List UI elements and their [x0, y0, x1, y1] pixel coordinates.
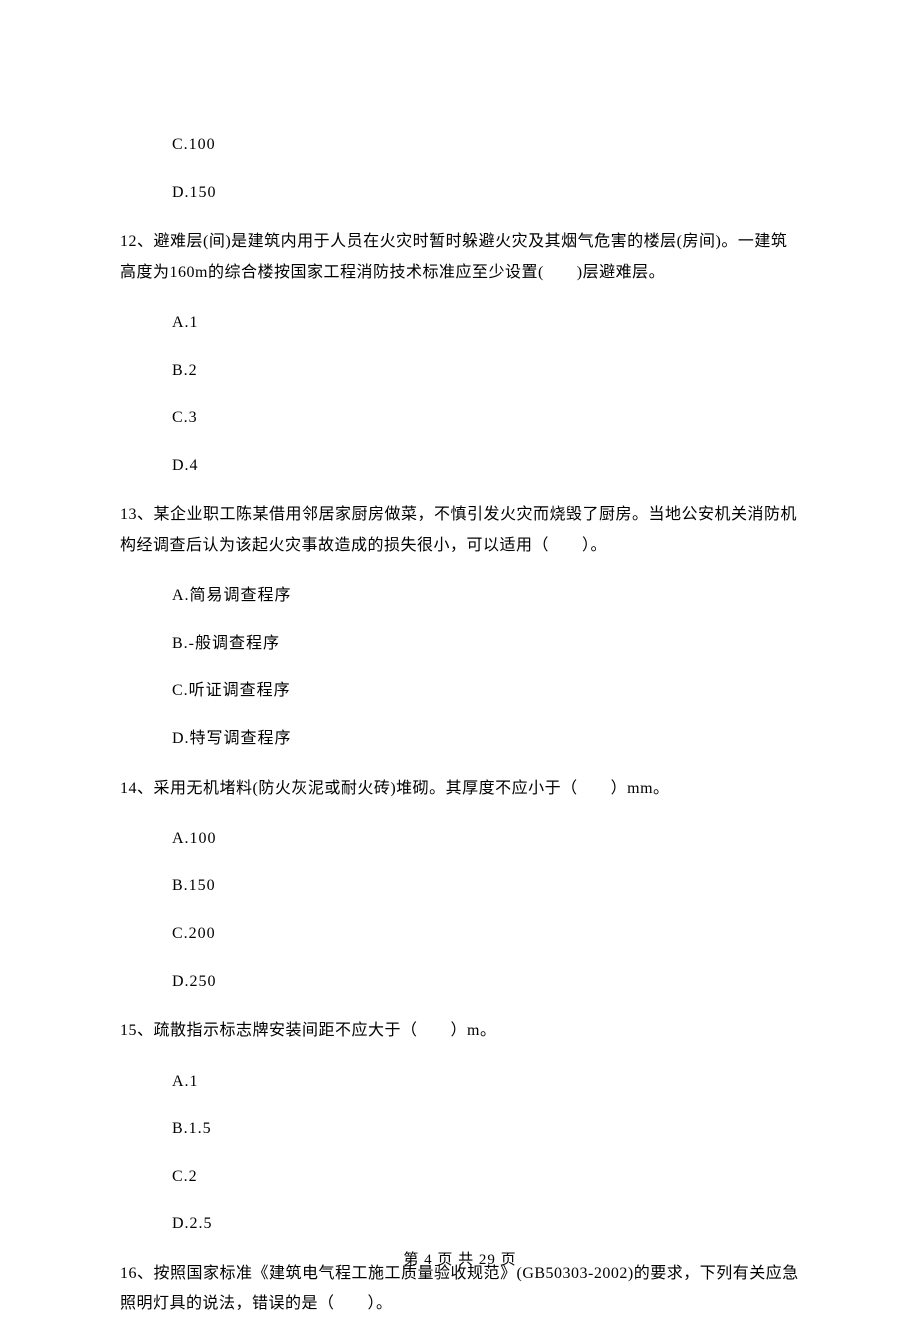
question-text: 15、疏散指示标志牌安装间距不应大于（ ）m。 — [120, 1016, 800, 1046]
question-text: 12、避难层(间)是建筑内用于人员在火灾时暂时躲避火灾及其烟气危害的楼层(房间)… — [120, 227, 800, 288]
option-item: A.简易调查程序 — [172, 583, 800, 609]
option-item: D.250 — [172, 969, 800, 995]
option-item: C.2 — [172, 1164, 800, 1190]
option-item: C.听证调查程序 — [172, 678, 800, 704]
option-item: C.200 — [172, 921, 800, 947]
question-text: 13、某企业职工陈某借用邻居家厨房做菜，不慎引发火灾而烧毁了厨房。当地公安机关消… — [120, 500, 800, 561]
option-item: D.特写调查程序 — [172, 726, 800, 752]
option-item: D.2.5 — [172, 1211, 800, 1237]
option-item: A.1 — [172, 310, 800, 336]
option-item: D.4 — [172, 453, 800, 479]
option-item: D.150 — [172, 180, 800, 206]
option-item: C.3 — [172, 405, 800, 431]
page-footer: 第 4 页 共 29 页 — [0, 1248, 920, 1272]
option-item: A.1 — [172, 1069, 800, 1095]
question-text: 14、采用无机堵料(防火灰泥或耐火砖)堆砌。其厚度不应小于（ ）mm。 — [120, 774, 800, 804]
option-item: A.100 — [172, 826, 800, 852]
option-item: B.150 — [172, 873, 800, 899]
option-item: B.-般调查程序 — [172, 631, 800, 657]
option-item: B.1.5 — [172, 1116, 800, 1142]
option-item: C.100 — [172, 132, 800, 158]
option-item: B.2 — [172, 358, 800, 384]
